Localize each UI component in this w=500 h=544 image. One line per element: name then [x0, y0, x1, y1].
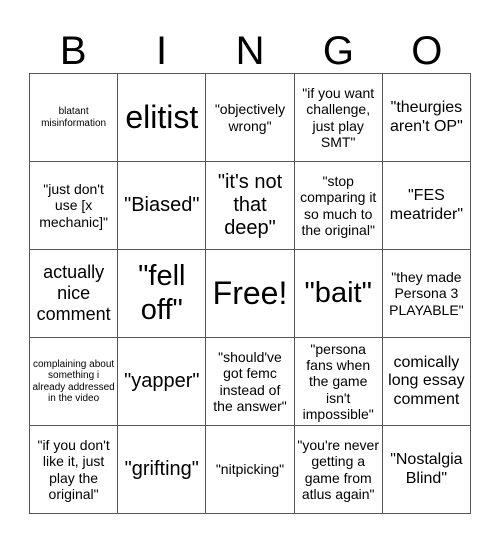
bingo-cell[interactable]: "FES meatrider": [382, 162, 471, 250]
bingo-cell[interactable]: actually nice comment: [30, 250, 119, 338]
bingo-cell[interactable]: "persona fans when the game isn't imposs…: [294, 338, 383, 426]
bingo-cell[interactable]: blatant misinformation: [30, 74, 119, 162]
bingo-cell[interactable]: "objectively wrong": [206, 74, 295, 162]
bingo-grid: blatant misinformation elitist "objectiv…: [29, 73, 471, 514]
bingo-cell[interactable]: "theurgies aren't OP": [382, 74, 471, 162]
bingo-cell[interactable]: complaining about something i already ad…: [30, 338, 119, 426]
bingo-cell[interactable]: "fell off": [118, 250, 207, 338]
bingo-header: B I N G O: [29, 30, 471, 72]
bingo-cell[interactable]: "just don't use [x mechanic]": [30, 162, 119, 250]
bingo-cell[interactable]: "you're never getting a game from atlus …: [294, 426, 383, 514]
bingo-cell[interactable]: "nitpicking": [206, 426, 295, 514]
header-letter-i: I: [156, 29, 168, 73]
header-letter-n: N: [235, 29, 265, 73]
bingo-cell[interactable]: "if you don't like it, just play the ori…: [30, 426, 119, 514]
bingo-cell[interactable]: "it's not that deep": [206, 162, 295, 250]
bingo-cell[interactable]: "should've got femc instead of the answe…: [206, 338, 295, 426]
header-letter-o: O: [411, 29, 443, 73]
header-letter-b: B: [59, 29, 87, 73]
bingo-cell[interactable]: comically long essay comment: [382, 338, 471, 426]
bingo-cell[interactable]: "grifting": [118, 426, 207, 514]
bingo-cell[interactable]: elitist: [118, 74, 207, 162]
bingo-cell[interactable]: "they made Persona 3 PLAYABLE": [382, 250, 471, 338]
free-space-cell[interactable]: Free!: [206, 250, 295, 338]
bingo-cell[interactable]: "stop comparing it so much to the origin…: [294, 162, 383, 250]
bingo-cell[interactable]: "Nostalgia Blind": [382, 426, 471, 514]
bingo-cell[interactable]: "bait": [294, 250, 383, 338]
header-letter-g: G: [322, 29, 354, 73]
bingo-cell[interactable]: "if you want challenge, just play SMT": [294, 74, 383, 162]
bingo-cell[interactable]: "Biased": [118, 162, 207, 250]
bingo-cell[interactable]: "yapper": [118, 338, 207, 426]
